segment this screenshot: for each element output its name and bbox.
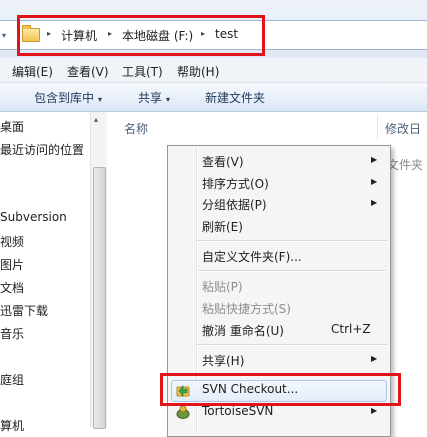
share-label: 共享: [138, 91, 163, 105]
chevron-down-icon: ▾: [166, 95, 171, 104]
address-annotation-box: [17, 15, 265, 56]
tortoisesvn-icon: [176, 405, 190, 419]
file-type-text: 文件夹: [387, 158, 424, 172]
menu-item-paste-shortcut: 粘贴快捷方式(S): [202, 302, 291, 316]
nav-item-thunder-downloads[interactable]: 迅雷下载: [0, 302, 48, 319]
menu-item-undo-rename[interactable]: 撤消 重命名(U): [202, 322, 284, 339]
menu-separator: [198, 270, 386, 272]
menu-item-refresh[interactable]: 刷新(E): [202, 218, 243, 235]
scrollbar-thumb[interactable]: [93, 167, 106, 429]
nav-item-subversion[interactable]: Subversion: [0, 210, 67, 224]
column-header-name[interactable]: 名称: [124, 120, 148, 137]
nav-item-music[interactable]: 音乐: [0, 325, 24, 342]
navigation-scrollbar[interactable]: ▴: [90, 112, 107, 429]
menu-item-sort-by[interactable]: 排序方式(O): [202, 175, 269, 192]
menu-item-customize-folder[interactable]: 自定义文件夹(F)...: [202, 248, 302, 265]
undo-shortcut-label: Ctrl+Z: [331, 322, 371, 336]
menu-item-share[interactable]: 共享(H): [202, 352, 244, 369]
menu-edit[interactable]: 编辑(E): [12, 63, 53, 80]
new-folder-button[interactable]: 新建文件夹: [205, 89, 265, 106]
nav-item-computer[interactable]: 算机: [0, 417, 24, 434]
nav-item-pictures[interactable]: 图片: [0, 256, 24, 273]
submenu-arrow-icon: ▶: [371, 354, 378, 363]
menu-separator: [198, 240, 386, 242]
nav-item-homegroup[interactable]: 庭组: [0, 371, 24, 388]
submenu-arrow-icon: ▶: [371, 198, 378, 207]
menu-bar: 编辑(E) 查看(V) 工具(T) 帮助(H): [0, 58, 427, 83]
include-in-library-label: 包含到库中: [34, 91, 95, 105]
menu-view[interactable]: 查看(V): [67, 63, 109, 80]
svn-checkout-annotation-box: [160, 373, 401, 406]
navigation-pane: 桌面 最近访问的位置 Subversion 视频 图片 文档 迅雷下载 音乐 庭…: [0, 112, 90, 433]
nav-item-recent-places[interactable]: 最近访问的位置: [0, 141, 84, 158]
submenu-arrow-icon: ▶: [371, 155, 378, 164]
nav-item-videos[interactable]: 视频: [0, 233, 24, 250]
submenu-arrow-icon: ▶: [371, 406, 378, 415]
nav-item-desktop[interactable]: 桌面: [0, 118, 24, 135]
command-toolbar: 包含到库中 ▾ 共享 ▾ 新建文件夹: [0, 83, 427, 112]
menu-item-view[interactable]: 查看(V): [202, 153, 244, 170]
menu-help[interactable]: 帮助(H): [177, 63, 219, 80]
column-header-date-modified[interactable]: 修改日: [385, 120, 421, 137]
scroll-up-icon[interactable]: ▴: [94, 115, 98, 124]
menu-item-paste: 粘贴(P): [202, 280, 243, 294]
share-button[interactable]: 共享 ▾: [138, 89, 170, 106]
chevron-down-icon: ▾: [98, 95, 103, 104]
submenu-arrow-icon: ▶: [371, 177, 378, 186]
menu-item-tortoisesvn[interactable]: TortoiseSVN: [202, 404, 273, 418]
column-divider[interactable]: [377, 114, 378, 140]
recent-locations-dropdown-icon[interactable]: ▾: [2, 31, 6, 40]
menu-tools[interactable]: 工具(T): [122, 63, 163, 80]
menu-separator: [198, 344, 386, 346]
include-in-library-button[interactable]: 包含到库中 ▾: [34, 89, 102, 106]
nav-item-documents[interactable]: 文档: [0, 279, 24, 296]
menu-item-group-by[interactable]: 分组依据(P): [202, 196, 267, 213]
